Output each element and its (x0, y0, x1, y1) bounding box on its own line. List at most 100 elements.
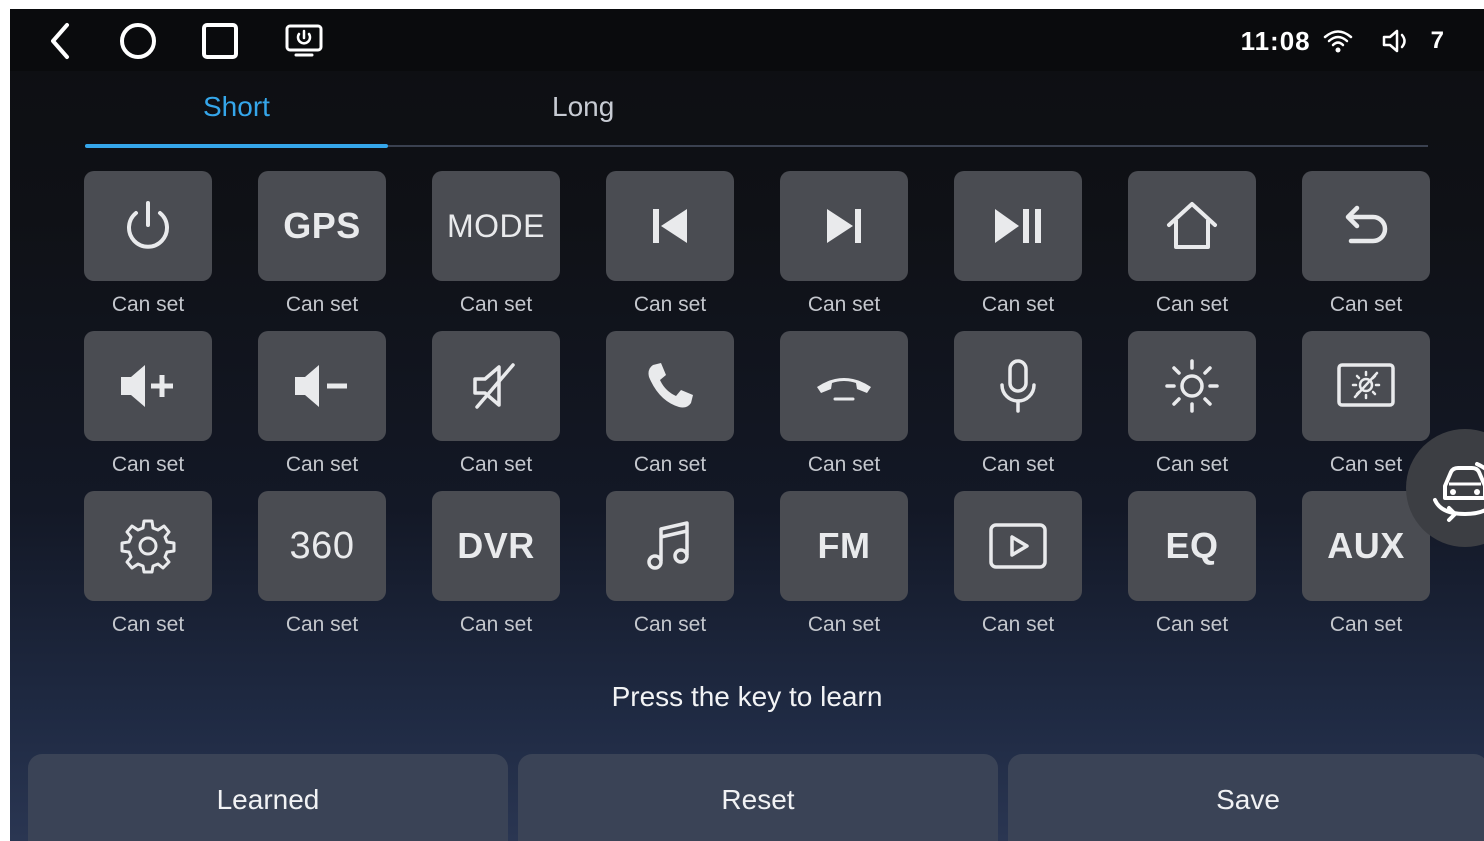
nav-recents-button[interactable] (200, 21, 240, 61)
key-label: Can set (807, 293, 881, 316)
screen-power-button[interactable] (284, 21, 324, 61)
key-screen-off-button[interactable] (1302, 331, 1430, 441)
key-gps: GPS Can set (258, 171, 386, 331)
wifi-icon (1323, 30, 1352, 53)
tab-divider (85, 144, 1428, 148)
key-brightness: Can set (1128, 331, 1256, 491)
key-back-button[interactable] (1302, 171, 1430, 281)
key-power: Can set (84, 171, 212, 331)
key-fm: FM Can set (780, 491, 908, 651)
key-dvr: DVR Can set (432, 491, 560, 651)
key-label: Can set (111, 293, 185, 316)
key-label: Can set (459, 613, 533, 636)
tab-active-indicator (85, 144, 388, 148)
key-label: Can set (459, 293, 533, 316)
key-eq-button[interactable]: EQ (1128, 491, 1256, 601)
learn-hint: Press the key to learn (611, 681, 883, 712)
key-volume-up: Can set (84, 331, 212, 491)
key-settings-button[interactable] (84, 491, 212, 601)
key-mode: MODE Can set (432, 171, 560, 331)
key-label: Can set (111, 453, 185, 476)
key-prev-button[interactable] (606, 171, 734, 281)
music-note-icon (647, 521, 689, 570)
key-volume-down-button[interactable] (258, 331, 386, 441)
key-next: Can set (780, 171, 908, 331)
status-indicators: 11:08 7 (1241, 23, 1444, 59)
key-label: Can set (111, 613, 185, 636)
square-recents-icon (202, 23, 238, 59)
key-answer-button[interactable] (606, 331, 734, 441)
skip-next-icon (827, 209, 861, 243)
key-fm-button[interactable]: FM (780, 491, 908, 601)
key-label: Can set (285, 293, 359, 316)
key-settings: Can set (84, 491, 212, 651)
nav-home-button[interactable] (118, 21, 158, 61)
tab-long[interactable]: Long (552, 91, 614, 123)
key-back: Can set (1302, 171, 1430, 331)
microphone-icon (1000, 359, 1036, 413)
video-play-icon (989, 523, 1047, 569)
key-label: Can set (1155, 453, 1229, 476)
phone-hangup-icon (817, 378, 871, 401)
reset-button[interactable]: Reset (518, 754, 998, 841)
key-home-button[interactable] (1128, 171, 1256, 281)
screen-off-icon (1337, 363, 1395, 407)
key-label: Can set (1329, 293, 1403, 316)
monitor-power-icon (285, 24, 323, 57)
key-video: Can set (954, 491, 1082, 651)
key-360-button[interactable]: 360 (258, 491, 386, 601)
key-label: Can set (285, 613, 359, 636)
key-label: Can set (981, 613, 1055, 636)
key-mic-button[interactable] (954, 331, 1082, 441)
key-hangup-button[interactable] (780, 331, 908, 441)
key-label: Can set (459, 453, 533, 476)
key-label: Can set (807, 453, 881, 476)
circle-home-icon (120, 23, 156, 59)
key-360: 360 Can set (258, 491, 386, 651)
key-label: Can set (633, 293, 707, 316)
volume-icon (1382, 29, 1406, 53)
clock: 11:08 (1240, 25, 1311, 56)
skip-previous-icon (653, 209, 687, 243)
key-prev: Can set (606, 171, 734, 331)
key-aux: AUX Can set (1302, 491, 1430, 651)
key-next-button[interactable] (780, 171, 908, 281)
brightness-icon (1165, 359, 1219, 413)
power-icon (127, 201, 169, 249)
key-answer: Can set (606, 331, 734, 491)
car-rotate-icon (1433, 462, 1484, 522)
key-mute: Can set (432, 331, 560, 491)
tab-bar: Short Long (85, 77, 1428, 148)
key-volume-down: Can set (258, 331, 386, 491)
key-brightness-button[interactable] (1128, 331, 1256, 441)
key-video-button[interactable] (954, 491, 1082, 601)
home-icon (1167, 202, 1217, 249)
tab-short[interactable]: Short (203, 91, 270, 123)
volume-up-icon (121, 365, 173, 407)
volume-level: 7 (1430, 27, 1444, 54)
learned-button[interactable]: Learned (28, 754, 508, 841)
key-label: Can set (981, 293, 1055, 316)
key-mic: Can set (954, 331, 1082, 491)
key-label: Can set (807, 613, 881, 636)
key-mode-button[interactable]: MODE (432, 171, 560, 281)
key-mute-button[interactable] (432, 331, 560, 441)
save-button[interactable]: Save (1008, 754, 1484, 841)
key-dvr-button[interactable]: DVR (432, 491, 560, 601)
status-bar: 11:08 7 (10, 9, 1484, 71)
back-arrow-icon (1345, 205, 1388, 244)
key-power-button[interactable] (84, 171, 212, 281)
key-volume-up-button[interactable] (84, 331, 212, 441)
play-pause-icon (995, 209, 1041, 243)
key-label: Can set (285, 453, 359, 476)
key-gps-button[interactable]: GPS (258, 171, 386, 281)
key-label: Can set (633, 453, 707, 476)
settings-gear-icon (120, 519, 176, 574)
key-play-pause-button[interactable] (954, 171, 1082, 281)
nav-back-button[interactable] (40, 21, 80, 61)
key-music-button[interactable] (606, 491, 734, 601)
key-hangup: Can set (780, 331, 908, 491)
key-label: Can set (633, 613, 707, 636)
volume-down-icon (295, 365, 347, 407)
chevron-left-icon (51, 23, 69, 59)
